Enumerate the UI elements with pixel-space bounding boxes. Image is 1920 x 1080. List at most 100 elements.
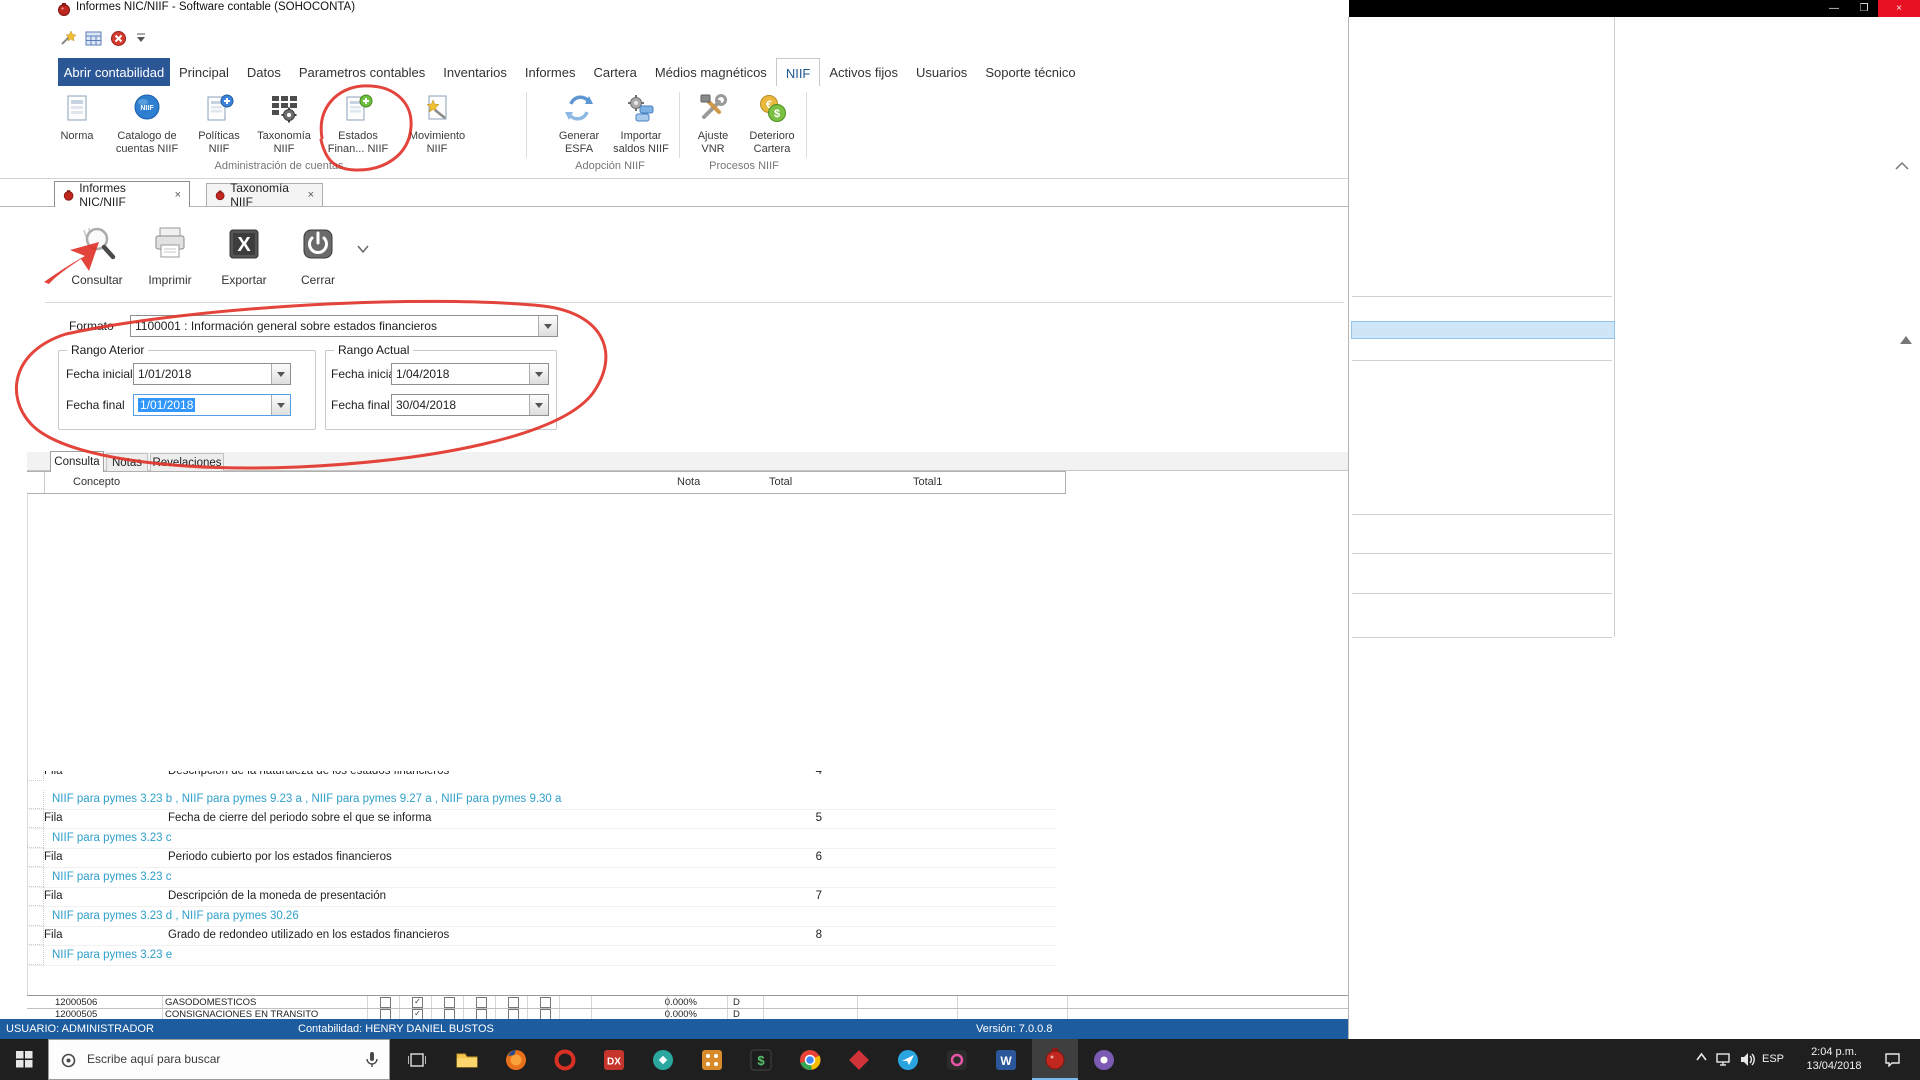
niif-reference-link[interactable]: NIIF para pymes 3.23 d , NIIF para pymes…: [52, 910, 299, 922]
checkbox[interactable]: [380, 997, 391, 1008]
view-tab-consulta[interactable]: Consulta: [50, 451, 104, 472]
taskbar-app-teal[interactable]: [640, 1039, 686, 1080]
quickbar-dropdown-icon[interactable]: [136, 33, 146, 43]
niif-reference-link[interactable]: NIIF para pymes 3.23 c: [52, 871, 172, 883]
scrollbar-up-icon[interactable]: [1900, 330, 1912, 344]
checkbox[interactable]: [508, 997, 519, 1008]
row-selector[interactable]: [27, 946, 44, 965]
grid-selector-column[interactable]: [27, 472, 45, 493]
fecha-final-actual-combobox[interactable]: 30/04/2018: [391, 394, 549, 416]
taskbar-app-finance[interactable]: $: [738, 1039, 784, 1080]
dropdown-arrow-icon[interactable]: [529, 395, 548, 415]
maximize-button[interactable]: ❐: [1849, 0, 1879, 17]
tab-soporte-tecnico[interactable]: Soporte técnico: [976, 58, 1084, 86]
tab-datos[interactable]: Datos: [238, 58, 290, 86]
taskbar-app-dx[interactable]: DX: [591, 1039, 637, 1080]
tab-informes[interactable]: Informes: [516, 58, 585, 86]
fecha-inicial-anterior-combobox[interactable]: 1/01/2018: [133, 363, 291, 385]
checkbox[interactable]: [444, 997, 455, 1008]
fecha-inicial-actual-combobox[interactable]: 1/04/2018: [391, 363, 549, 385]
minimize-button[interactable]: —: [1819, 0, 1849, 17]
tab-activos-fijos[interactable]: Activos fijos: [820, 58, 907, 86]
taskbar-app-purple[interactable]: [1081, 1039, 1127, 1080]
taskbar-app-orange[interactable]: [689, 1039, 735, 1080]
dropdown-arrow-icon[interactable]: [271, 364, 290, 384]
row-selector[interactable]: [27, 887, 44, 906]
network-icon[interactable]: [1716, 1052, 1733, 1067]
tab-medios-magneticos[interactable]: Médios magnéticos: [646, 58, 776, 86]
grid-row-fila[interactable]: Fila Grado de redondeo utilizado en los …: [27, 926, 1057, 946]
fecha-final-anterior-combobox[interactable]: 1/01/2018: [133, 394, 291, 416]
niif-reference-link[interactable]: NIIF para pymes 3.23 e: [52, 949, 172, 961]
checkbox[interactable]: [540, 997, 551, 1008]
tab-inventarios[interactable]: Inventarios: [434, 58, 516, 86]
tab-parametros-contables[interactable]: Parametros contables: [290, 58, 434, 86]
grid-row-fila[interactable]: Fila Periodo cubierto por los estados fi…: [27, 848, 1057, 868]
exportar-button[interactable]: X Exportar: [212, 222, 276, 287]
speaker-icon[interactable]: [1740, 1052, 1756, 1067]
column-header-concepto[interactable]: Concepto: [73, 476, 120, 488]
row-selector[interactable]: [27, 809, 44, 828]
close-button[interactable]: ×: [1878, 0, 1920, 17]
tab-principal[interactable]: Principal: [170, 58, 238, 86]
taskbar-app-firefox[interactable]: [493, 1039, 539, 1080]
checkbox[interactable]: [476, 997, 487, 1008]
notification-center-icon[interactable]: [1884, 1052, 1901, 1067]
grid-row-link[interactable]: NIIF para pymes 3.23 b , NIIF para pymes…: [27, 790, 1057, 810]
column-header-total1[interactable]: Total1: [913, 476, 942, 488]
formato-combobox[interactable]: 1100001 : Información general sobre esta…: [130, 315, 558, 337]
dropdown-arrow-icon[interactable]: [538, 316, 557, 336]
checkbox[interactable]: ✓: [412, 997, 423, 1008]
consultar-button[interactable]: Consultar: [65, 222, 129, 287]
wizard-icon[interactable]: [59, 30, 76, 47]
grid-row-link[interactable]: NIIF para pymes 3.23 c: [27, 829, 1057, 849]
row-selector[interactable]: [27, 848, 44, 867]
taskbar-app-sohoconta-active[interactable]: [1032, 1039, 1078, 1080]
tray-chevron-up-icon[interactable]: [1695, 1052, 1708, 1062]
clock[interactable]: 2:04 p.m. 13/04/2018: [1798, 1045, 1870, 1073]
collapse-chevron-icon[interactable]: [1894, 160, 1910, 172]
row-selector[interactable]: [27, 829, 44, 848]
taskbar-app-word[interactable]: W: [983, 1039, 1029, 1080]
row-selector[interactable]: [27, 790, 44, 809]
file-tab-abrir-contabilidad[interactable]: Abrir contabilidad: [58, 58, 170, 86]
search-box[interactable]: Escribe aquí para buscar: [48, 1039, 390, 1080]
doc-tab-close-icon[interactable]: ×: [308, 189, 314, 201]
task-view-button[interactable]: [394, 1039, 440, 1080]
cerrar-button[interactable]: Cerrar: [286, 222, 350, 287]
commands-chevron-down-icon[interactable]: [356, 244, 370, 254]
row-selector[interactable]: [27, 926, 44, 945]
dropdown-arrow-icon[interactable]: [271, 395, 290, 415]
taskbar-app-messenger[interactable]: [885, 1039, 931, 1080]
tab-usuarios[interactable]: Usuarios: [907, 58, 976, 86]
dropdown-arrow-icon[interactable]: [529, 364, 548, 384]
column-header-total[interactable]: Total: [769, 476, 792, 488]
doc-tab-taxonomia[interactable]: Taxonomía NIIF ×: [206, 181, 323, 209]
grid-row-fila[interactable]: Fila Fecha de cierre del periodo sobre e…: [27, 809, 1057, 829]
imprimir-button[interactable]: Imprimir: [138, 222, 202, 287]
taskbar-app-red-diamond[interactable]: [836, 1039, 882, 1080]
microphone-icon[interactable]: [365, 1051, 379, 1069]
grid-row-link[interactable]: NIIF para pymes 3.23 d , NIIF para pymes…: [27, 907, 1057, 927]
tab-niif[interactable]: NIIF: [775, 58, 821, 87]
row-selector[interactable]: [27, 907, 44, 926]
cancel-icon[interactable]: [110, 30, 127, 47]
view-tab-revelaciones[interactable]: Revelaciones: [150, 453, 224, 471]
taskbar-app-photos[interactable]: [934, 1039, 980, 1080]
grid-row-link[interactable]: NIIF para pymes 3.23 c: [27, 868, 1057, 888]
doc-tab-informes[interactable]: Informes NIC/NIIF ×: [54, 181, 190, 209]
niif-reference-link[interactable]: NIIF para pymes 3.23 b , NIIF para pymes…: [52, 793, 561, 805]
tab-cartera[interactable]: Cartera: [584, 58, 645, 86]
grid-row-fila[interactable]: Fila Descripción de la moneda de present…: [27, 887, 1057, 907]
taskbar-app-chrome[interactable]: [787, 1039, 833, 1080]
column-header-nota[interactable]: Nota: [677, 476, 700, 488]
taskbar-app-red-ring[interactable]: [542, 1039, 588, 1080]
row-selector[interactable]: [27, 868, 44, 887]
niif-reference-link[interactable]: NIIF para pymes 3.23 c: [52, 832, 172, 844]
grid-row-link[interactable]: NIIF para pymes 3.23 e: [27, 946, 1057, 966]
taskbar-app-file-explorer[interactable]: [444, 1039, 490, 1080]
start-button[interactable]: [0, 1039, 48, 1080]
doc-tab-close-icon[interactable]: ×: [175, 189, 181, 201]
grid-row-partial[interactable]: Fila Descripción de la naturaleza de los…: [27, 771, 1057, 787]
language-indicator[interactable]: ESP: [1762, 1053, 1784, 1065]
